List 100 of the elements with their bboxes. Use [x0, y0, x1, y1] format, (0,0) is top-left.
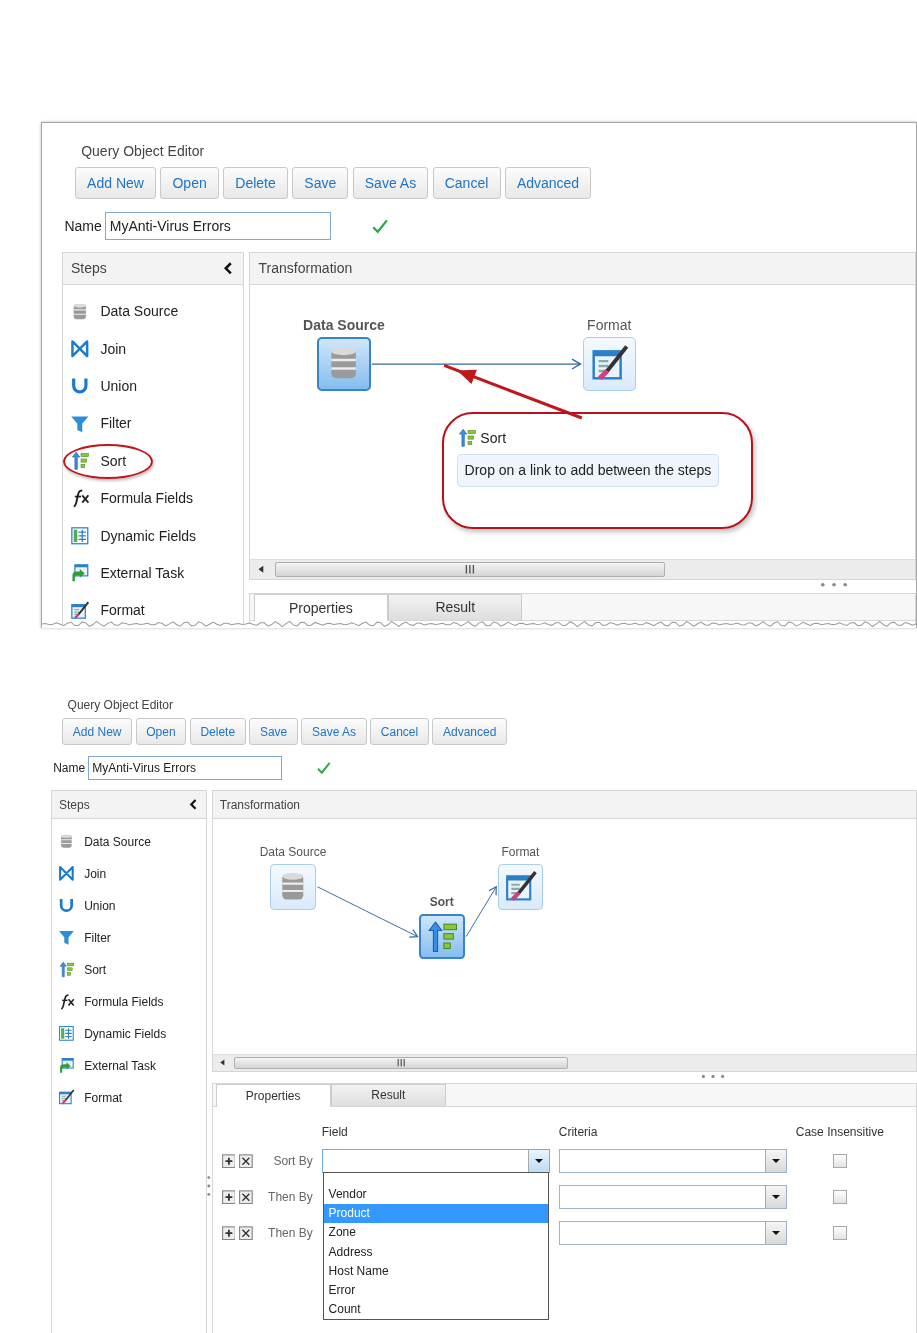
step-item[interactable]: Join: [100, 340, 127, 357]
checkbox[interactable]: [832, 1154, 847, 1168]
toolbar-button[interactable]: Cancel: [370, 717, 429, 746]
union-icon: [69, 376, 90, 396]
sort-icon: [57, 961, 75, 979]
caret-icon: [535, 1159, 544, 1164]
dropdown-option[interactable]: Address: [323, 1242, 548, 1262]
row-label: Sort By: [272, 1154, 313, 1169]
dropdown-option[interactable]: Count: [323, 1300, 548, 1320]
toolbar-button[interactable]: Cancel: [432, 167, 501, 200]
chevron-left-icon[interactable]: [221, 262, 235, 275]
toolbar-button[interactable]: Advanced: [432, 717, 507, 746]
tab[interactable]: Result: [330, 1083, 446, 1107]
step-item[interactable]: Data Source: [84, 834, 151, 849]
checkbox[interactable]: [832, 1190, 847, 1204]
hint-tooltip: Drop on a link to add between the steps: [456, 453, 720, 487]
panel-title: Steps: [71, 260, 107, 277]
dropdown-option[interactable]: Error: [323, 1281, 548, 1301]
dropdown-option[interactable]: Host Name: [323, 1261, 548, 1282]
step-item[interactable]: Union: [100, 378, 137, 395]
toolbar-button[interactable]: Save: [249, 717, 298, 746]
toolbar-button[interactable]: Add New: [62, 717, 133, 746]
panel-title: Steps: [59, 797, 90, 812]
node-label: Format: [587, 315, 632, 334]
tab[interactable]: Properties: [215, 1083, 331, 1108]
toolbar-button[interactable]: Save: [292, 167, 349, 200]
dropdown-option[interactable]: Vendor: [323, 1185, 548, 1205]
chevron-left-icon[interactable]: [187, 799, 199, 811]
step-node[interactable]: [317, 337, 371, 391]
toolbar-button[interactable]: Open: [135, 717, 187, 746]
step-item[interactable]: External Task: [100, 564, 185, 581]
step-item[interactable]: External Task: [84, 1058, 156, 1073]
step-node[interactable]: [582, 337, 636, 391]
scroll-left-icon[interactable]: [257, 565, 266, 574]
step-item[interactable]: Format: [100, 602, 145, 619]
step-item[interactable]: Join: [84, 866, 107, 881]
drag-label: Sort: [480, 430, 507, 447]
toolbar-button[interactable]: Delete: [189, 717, 246, 746]
step-item[interactable]: Dynamic Fields: [100, 527, 197, 544]
scrollbar[interactable]: [212, 1054, 916, 1071]
step-item[interactable]: Union: [84, 898, 116, 913]
sort-icon: [69, 451, 90, 471]
name-label: Name: [53, 761, 86, 776]
name-field[interactable]: MyAnti-Virus Errors: [104, 211, 332, 240]
toolbar-button[interactable]: Open: [160, 167, 219, 200]
step-item[interactable]: Filter: [100, 415, 132, 432]
toolbar-button[interactable]: Save As: [301, 717, 367, 746]
x-icon[interactable]: [239, 1153, 253, 1169]
step-item[interactable]: Sort: [100, 452, 127, 469]
x-icon[interactable]: [239, 1189, 253, 1205]
toolbar-button[interactable]: Save As: [352, 167, 429, 200]
tab[interactable]: Result: [388, 593, 523, 620]
plus-icon[interactable]: [221, 1153, 236, 1169]
toolbar-button[interactable]: Advanced: [504, 167, 592, 200]
tab[interactable]: Properties: [253, 593, 389, 621]
step-item[interactable]: Dynamic Fields: [84, 1026, 167, 1041]
caret-icon: [772, 1195, 781, 1200]
plus-icon[interactable]: [221, 1189, 236, 1205]
step-item[interactable]: Formula Fields: [84, 994, 164, 1009]
toolbar-button[interactable]: Add New: [74, 167, 157, 200]
step-node[interactable]: [270, 863, 316, 910]
node-label: Format: [501, 845, 540, 861]
splitter-handle[interactable]: [207, 1174, 211, 1199]
brush-icon: [69, 600, 90, 621]
step-node[interactable]: [497, 863, 544, 910]
step-item[interactable]: Sort: [84, 962, 107, 977]
window-arrow-icon: [57, 1057, 75, 1075]
name-field[interactable]: MyAnti-Virus Errors: [87, 756, 282, 781]
scroll-left-icon[interactable]: [218, 1059, 226, 1067]
splitter-handle[interactable]: [820, 582, 849, 588]
toolbar-button[interactable]: Delete: [223, 167, 288, 200]
step-item[interactable]: Formula Fields: [100, 490, 193, 507]
node-label: Data Source: [259, 845, 327, 861]
join-icon: [69, 338, 90, 359]
link-arrow[interactable]: [371, 358, 582, 370]
splitter-handle[interactable]: [701, 1073, 726, 1079]
window-arrow-icon: [69, 563, 90, 583]
scrollbar[interactable]: [250, 559, 915, 579]
dropdown-option[interactable]: Zone: [323, 1223, 548, 1243]
funnel-icon: [57, 929, 75, 947]
caret-icon: [772, 1159, 781, 1164]
panel-title: Transformation: [258, 260, 353, 277]
union-icon: [57, 897, 75, 914]
step-node[interactable]: [419, 913, 465, 960]
brush-icon: [57, 1089, 75, 1107]
dropdown-field[interactable]: [558, 1221, 787, 1246]
plus-icon[interactable]: [221, 1225, 236, 1241]
step-item[interactable]: Format: [84, 1090, 123, 1105]
column-header: Field: [321, 1125, 349, 1140]
dropdown-field[interactable]: [558, 1149, 787, 1174]
caret-icon: [772, 1231, 781, 1236]
editor-title: Query Object Editor: [67, 696, 173, 714]
x-icon[interactable]: [239, 1225, 253, 1241]
sort-icon: [425, 919, 459, 954]
dropdown-field[interactable]: [558, 1185, 787, 1210]
checkbox[interactable]: [832, 1226, 847, 1240]
step-item[interactable]: Data Source: [100, 303, 179, 320]
step-item[interactable]: Filter: [84, 930, 111, 945]
column-header: Criteria: [558, 1125, 599, 1140]
row-label: Then By: [267, 1190, 313, 1205]
